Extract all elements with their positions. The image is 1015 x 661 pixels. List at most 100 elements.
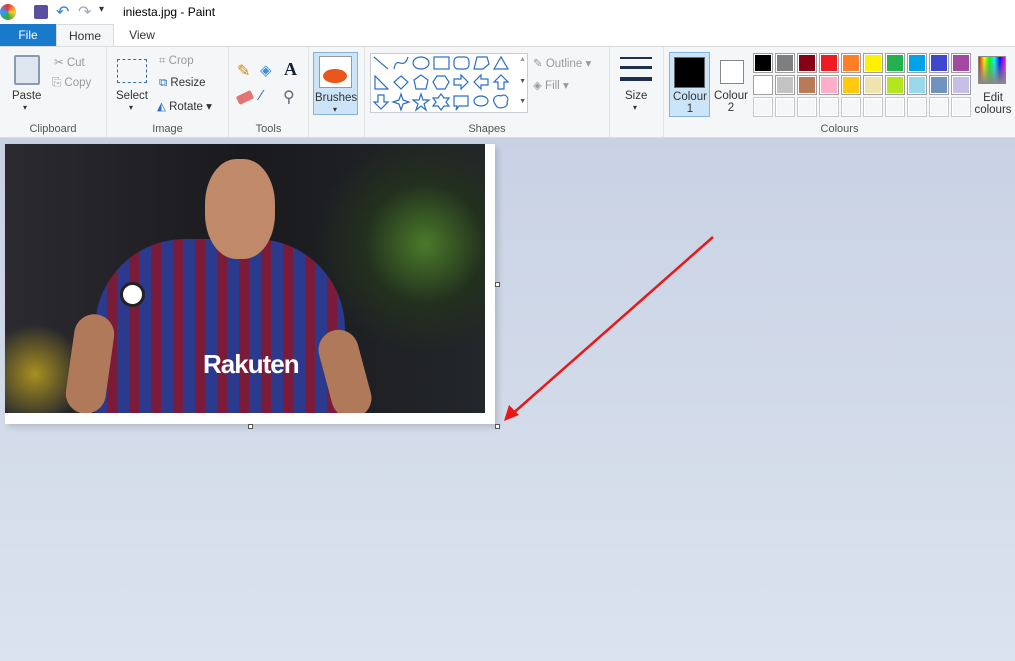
palette-swatch[interactable] bbox=[907, 53, 927, 73]
shapes-group: ▲ ▼ ▼ ✎ Outline ▾ ◈ Fill ▾ Shapes bbox=[365, 47, 610, 137]
resize-button[interactable]: ⧉ Resize bbox=[159, 77, 206, 90]
paint-app-icon[interactable] bbox=[0, 4, 16, 20]
fill-icon[interactable]: ◈ bbox=[260, 61, 272, 79]
cut-button[interactable]: ✂ Cut bbox=[54, 55, 85, 69]
shape-oval-callout[interactable] bbox=[473, 95, 489, 107]
palette-swatch[interactable] bbox=[885, 53, 905, 73]
palette-swatch[interactable] bbox=[929, 75, 949, 95]
palette-swatch[interactable] bbox=[951, 75, 971, 95]
shape-left-arrow[interactable] bbox=[473, 73, 489, 91]
shape-cloud-callout[interactable] bbox=[493, 94, 509, 109]
palette-swatch[interactable] bbox=[907, 75, 927, 95]
brush-icon bbox=[319, 56, 352, 88]
canvas-area[interactable]: Rakuten bbox=[0, 138, 1015, 661]
palette-swatch[interactable] bbox=[863, 53, 883, 73]
paste-button[interactable]: Paste ▾ bbox=[8, 53, 46, 115]
tab-file[interactable]: File bbox=[0, 24, 56, 46]
shape-right-triangle[interactable] bbox=[374, 74, 390, 90]
palette-swatch[interactable] bbox=[841, 53, 861, 73]
custom-colour-slot[interactable] bbox=[863, 97, 883, 117]
shape-triangle[interactable] bbox=[492, 55, 510, 70]
magnifier-icon[interactable]: ⚲ bbox=[283, 87, 295, 107]
colours-group: Colour 1 Colour 2 Edit colours Colours bbox=[664, 47, 1015, 137]
palette-swatch[interactable] bbox=[775, 53, 795, 73]
colour2-swatch bbox=[720, 60, 744, 84]
palette-swatch[interactable] bbox=[819, 75, 839, 95]
custom-colour-slot[interactable] bbox=[885, 97, 905, 117]
custom-colour-slot[interactable] bbox=[797, 97, 817, 117]
palette-swatch[interactable] bbox=[775, 75, 795, 95]
clipboard-icon bbox=[14, 55, 40, 85]
edit-colours-button[interactable]: Edit colours bbox=[973, 52, 1013, 117]
shape-right-arrow[interactable] bbox=[453, 73, 469, 91]
outline-button[interactable]: ✎ Outline ▾ bbox=[533, 56, 591, 70]
custom-colour-slot[interactable] bbox=[951, 97, 971, 117]
palette-swatch[interactable] bbox=[885, 75, 905, 95]
shape-polygon[interactable] bbox=[473, 56, 490, 70]
shapes-expand[interactable]: ▼ bbox=[519, 98, 526, 105]
palette-swatch[interactable] bbox=[863, 75, 883, 95]
clipboard-group: Paste ▾ ✂ Cut ⎘ Copy Clipboard bbox=[0, 47, 107, 137]
save-icon[interactable] bbox=[34, 5, 48, 19]
fill-button[interactable]: ◈ Fill ▾ bbox=[533, 78, 569, 92]
ribbon: Paste ▾ ✂ Cut ⎘ Copy Clipboard Select ▾ … bbox=[0, 46, 1015, 138]
colour1-swatch bbox=[674, 57, 705, 88]
palette-swatch[interactable] bbox=[797, 53, 817, 73]
shapes-scroll-up[interactable]: ▲ bbox=[519, 56, 526, 63]
color-picker-icon[interactable]: ⁄ bbox=[260, 87, 263, 104]
shape-diamond[interactable] bbox=[393, 75, 409, 90]
copy-button[interactable]: ⎘ Copy bbox=[52, 77, 91, 90]
shape-four-point-star[interactable] bbox=[391, 92, 411, 112]
window-title: iniesta.jpg - Paint bbox=[123, 5, 216, 19]
shape-pentagon[interactable] bbox=[413, 74, 429, 90]
size-button[interactable]: Size ▾ bbox=[616, 53, 656, 115]
palette-swatch[interactable] bbox=[951, 53, 971, 73]
shape-rounded-callout[interactable] bbox=[453, 95, 469, 111]
title-bar: ↶ ↷ ▾ iniesta.jpg - Paint bbox=[0, 0, 1015, 24]
palette-swatch[interactable] bbox=[753, 53, 773, 73]
shape-oval[interactable] bbox=[412, 56, 430, 70]
colour2-button[interactable]: Colour 2 bbox=[711, 52, 752, 117]
palette-swatch[interactable] bbox=[753, 75, 773, 95]
tab-home[interactable]: Home bbox=[56, 24, 114, 47]
pencil-icon[interactable]: ✎ bbox=[237, 61, 250, 81]
custom-colour-slot[interactable] bbox=[841, 97, 861, 117]
undo-icon[interactable]: ↶ bbox=[56, 2, 69, 22]
shape-down-arrow[interactable] bbox=[372, 94, 390, 110]
rotate-button[interactable]: ◭ Rotate ▾ bbox=[157, 99, 212, 113]
custom-colour-slot[interactable] bbox=[929, 97, 949, 117]
colour1-button[interactable]: Colour 1 bbox=[669, 52, 710, 117]
palette-swatch[interactable] bbox=[819, 53, 839, 73]
shape-five-point-star[interactable] bbox=[411, 92, 431, 112]
shapes-gallery[interactable]: ▲ ▼ ▼ bbox=[370, 53, 528, 113]
shape-line[interactable] bbox=[373, 56, 389, 70]
custom-colour-slot[interactable] bbox=[819, 97, 839, 117]
line-size-icon bbox=[620, 57, 652, 81]
custom-colour-slot[interactable] bbox=[907, 97, 927, 117]
red-arrow-annotation bbox=[504, 236, 714, 421]
select-button[interactable]: Select ▾ bbox=[113, 53, 149, 115]
eraser-icon[interactable] bbox=[235, 90, 255, 105]
shape-curve[interactable] bbox=[393, 56, 409, 70]
palette-swatch[interactable] bbox=[841, 75, 861, 95]
colour-spectrum-icon bbox=[978, 56, 1006, 84]
customize-toolbar-icon[interactable]: ▾ bbox=[99, 4, 104, 15]
shape-hexagon[interactable] bbox=[432, 75, 450, 90]
text-icon[interactable]: A bbox=[284, 59, 297, 80]
shapes-scroll-down[interactable]: ▼ bbox=[519, 78, 526, 85]
palette-swatch[interactable] bbox=[797, 75, 817, 95]
size-group: Size ▾ bbox=[610, 47, 664, 137]
crop-button[interactable]: ⌗ Crop bbox=[159, 55, 194, 68]
custom-colour-slot[interactable] bbox=[775, 97, 795, 117]
shape-up-arrow[interactable] bbox=[492, 74, 510, 90]
select-icon bbox=[117, 59, 147, 83]
tab-view[interactable]: View bbox=[114, 24, 170, 46]
shape-six-point-star[interactable] bbox=[431, 93, 451, 111]
shape-rounded-rectangle[interactable] bbox=[453, 56, 470, 70]
tools-group: ✎ ◈ A ⁄ ⚲ Tools bbox=[229, 47, 309, 137]
custom-colour-slot[interactable] bbox=[753, 97, 773, 117]
palette-swatch[interactable] bbox=[929, 53, 949, 73]
brushes-button[interactable]: Brushes ▾ bbox=[313, 52, 358, 115]
redo-icon[interactable]: ↷ bbox=[78, 2, 91, 22]
shape-rectangle[interactable] bbox=[433, 56, 450, 70]
